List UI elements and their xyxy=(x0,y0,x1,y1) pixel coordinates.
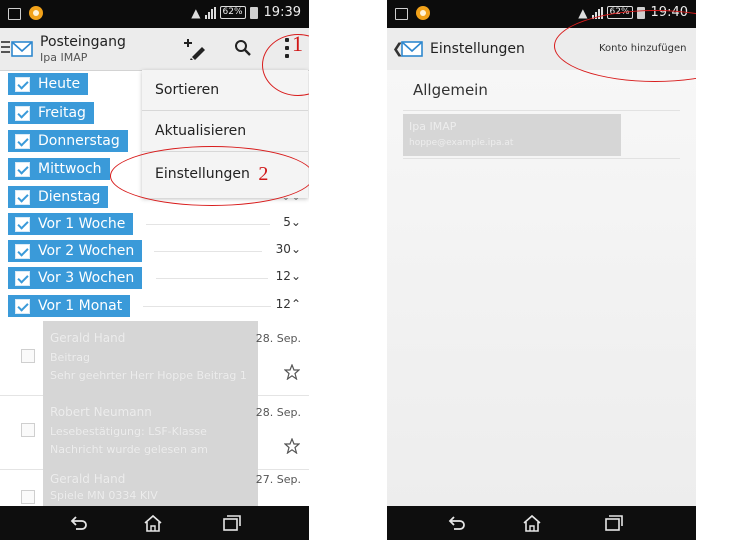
account-subtitle: Ipa IMAP xyxy=(40,51,88,64)
mail-date: 28. Sep. xyxy=(255,332,301,345)
account-entry[interactable]: Ipa IMAP hoppe@example.ipa.at xyxy=(403,114,621,156)
recent-apps-icon[interactable] xyxy=(603,514,623,532)
mail-date: 28. Sep. xyxy=(255,406,301,419)
mail-subject: Beitrag xyxy=(50,351,90,364)
mail-item[interactable]: Gerald Hand Spiele MN 0334 KIV 27. Sep. xyxy=(0,469,309,506)
checkbox-icon[interactable] xyxy=(15,189,30,205)
group-count[interactable]: 30⌄ xyxy=(276,242,301,256)
group-label: Vor 2 Wochen xyxy=(38,243,135,259)
divider xyxy=(403,158,680,159)
mail-item[interactable]: Gerald Hand Beitrag Sehr geehrter Herr H… xyxy=(0,321,309,396)
checkbox-icon[interactable] xyxy=(15,133,30,149)
mail-checkbox[interactable] xyxy=(21,490,35,504)
checkbox-icon[interactable] xyxy=(15,161,30,177)
group-label: Vor 1 Woche xyxy=(38,216,126,232)
checkbox-icon[interactable] xyxy=(15,105,30,121)
checkbox-icon[interactable] xyxy=(15,270,30,286)
mail-preview: Sehr geehrter Herr Hoppe Beitrag 1 xyxy=(50,369,247,382)
back-icon[interactable] xyxy=(446,514,466,532)
back-icon[interactable] xyxy=(68,514,88,532)
recent-apps-icon[interactable] xyxy=(221,514,241,532)
divider xyxy=(403,110,680,111)
app-title: Einstellungen xyxy=(430,41,525,57)
group-vor-2-wochen[interactable]: Vor 2 Wochen 30⌄ xyxy=(0,238,309,264)
checkbox-icon[interactable] xyxy=(15,216,30,232)
home-icon[interactable] xyxy=(143,514,163,532)
annotation-ellipse-2 xyxy=(110,146,309,206)
mail-content-blurred: Gerald Hand Spiele MN 0334 KIV xyxy=(43,469,258,506)
mail-content-blurred: Gerald Hand Beitrag Sehr geehrter Herr H… xyxy=(43,321,258,395)
status-time: 19:39 xyxy=(263,5,301,20)
mail-checkbox[interactable] xyxy=(21,349,35,363)
mail-sender: Gerald Hand xyxy=(50,472,126,486)
app-title: Posteingang xyxy=(40,34,126,50)
envelope-icon[interactable] xyxy=(401,41,423,57)
group-vor-1-woche[interactable]: Vor 1 Woche 5⌄ xyxy=(0,211,309,237)
wifi-icon: ▲ xyxy=(191,5,201,20)
checkbox-icon[interactable] xyxy=(15,243,30,259)
screenshot-icon xyxy=(395,8,408,20)
signal-icon xyxy=(204,6,216,19)
status-bar: ▲ 62% 19:39 xyxy=(0,0,309,28)
group-vor-3-wochen[interactable]: Vor 3 Wochen 12⌄ xyxy=(0,265,309,291)
group-label: Vor 1 Monat xyxy=(38,298,123,314)
group-label: Mittwoch xyxy=(38,161,102,177)
group-label: Dienstag xyxy=(38,189,101,205)
mail-checkbox[interactable] xyxy=(21,423,35,437)
group-label: Heute xyxy=(38,76,81,92)
star-icon[interactable] xyxy=(284,364,300,380)
group-vor-1-monat[interactable]: Vor 1 Monat 12⌃ xyxy=(0,293,309,319)
group-label: Vor 3 Wochen xyxy=(38,270,135,286)
phone-screen-inbox: ▲ 62% 19:39 Posteingang Ipa IMAP 1 Heute xyxy=(0,0,309,540)
mail-sender: Robert Neumann xyxy=(50,405,152,419)
battery-level: 62% xyxy=(219,6,246,19)
app-notification-icon xyxy=(416,6,430,20)
drawer-icon[interactable] xyxy=(1,41,10,53)
wifi-icon: ▲ xyxy=(578,5,588,20)
home-icon[interactable] xyxy=(522,514,542,532)
star-icon[interactable] xyxy=(284,438,300,454)
group-count[interactable]: 5⌄ xyxy=(283,215,301,229)
checkbox-icon[interactable] xyxy=(15,76,30,92)
mail-item[interactable]: Robert Neumann Lesebestätigung: LSF-Klas… xyxy=(0,395,309,470)
mail-content-blurred: Robert Neumann Lesebestätigung: LSF-Klas… xyxy=(43,395,258,469)
group-label: Freitag xyxy=(38,105,86,121)
mail-date: 27. Sep. xyxy=(255,473,301,486)
system-nav-bar xyxy=(387,506,696,540)
screenshot-icon xyxy=(8,8,21,20)
envelope-icon[interactable] xyxy=(11,41,33,57)
account-name: Ipa IMAP xyxy=(409,120,457,133)
mail-preview: Nachricht wurde gelesen am xyxy=(50,443,208,456)
system-nav-bar xyxy=(0,506,309,540)
app-notification-icon xyxy=(29,6,43,20)
search-icon[interactable] xyxy=(234,39,252,57)
compose-icon[interactable] xyxy=(184,38,208,60)
group-count[interactable]: 12⌃ xyxy=(276,297,301,311)
account-email: hoppe@example.ipa.at xyxy=(409,138,514,148)
mail-subject: Lesebestätigung: LSF-Klasse xyxy=(50,425,207,438)
settings-section-heading: Allgemein xyxy=(413,81,488,99)
battery-icon xyxy=(249,6,258,19)
phone-screen-settings: ▲ 62% 19:40 ❮ Einstellungen Konto hinzuf… xyxy=(387,0,696,540)
group-count[interactable]: 12⌄ xyxy=(276,269,301,283)
checkbox-icon[interactable] xyxy=(15,298,30,314)
mail-subject: Spiele MN 0334 KIV xyxy=(50,489,158,502)
group-label: Donnerstag xyxy=(38,133,120,149)
mail-sender: Gerald Hand xyxy=(50,331,126,345)
